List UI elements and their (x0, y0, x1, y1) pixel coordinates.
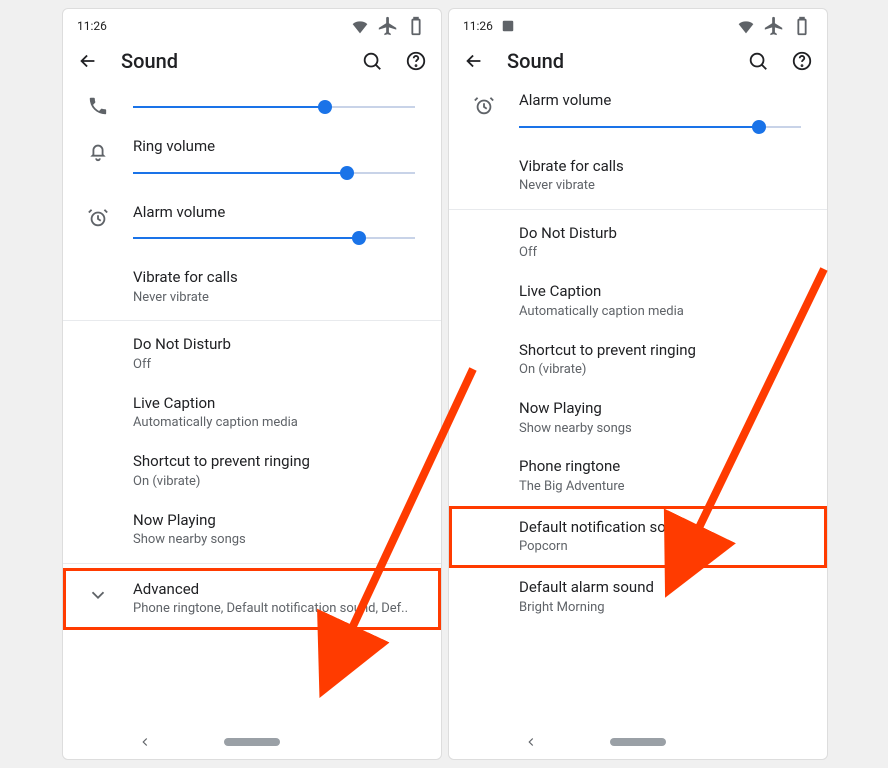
dnd-row[interactable]: Do Not Disturb Off (449, 214, 827, 272)
ringtone-row[interactable]: Phone ringtone The Big Adventure (449, 447, 827, 505)
chevron-down-icon (87, 584, 109, 606)
wifi-icon (735, 15, 757, 37)
bell-icon (87, 141, 109, 163)
nowplaying-row[interactable]: Now Playing Show nearby songs (63, 501, 441, 559)
phone-screenshot-left: 11:26 Sound Ring volume (62, 8, 442, 760)
caption-title: Live Caption (519, 282, 809, 302)
nav-bar (449, 725, 827, 759)
ring-volume-row[interactable]: Ring volume (63, 127, 441, 193)
alarm-icon (87, 207, 109, 229)
alarmsound-title: Default alarm sound (519, 578, 809, 598)
section-divider (449, 209, 827, 210)
help-icon[interactable] (405, 50, 427, 72)
search-icon[interactable] (361, 50, 383, 72)
section-divider (63, 320, 441, 321)
alarm-volume-row[interactable]: Alarm volume (63, 193, 441, 259)
call-volume-slider[interactable] (133, 97, 415, 117)
dnd-sub: Off (133, 357, 423, 374)
battery-icon (405, 15, 427, 37)
battery-icon (791, 15, 813, 37)
caption-sub: Automatically caption media (133, 415, 423, 432)
caption-row[interactable]: Live Caption Automatically caption media (63, 384, 441, 442)
app-bar: Sound (449, 39, 827, 81)
ring-volume-label: Ring volume (133, 137, 423, 157)
alarm-icon (473, 95, 495, 117)
phone-screenshot-right: 11:26 Sound Alarm volume (448, 8, 828, 760)
settings-list: Alarm volume Vibrate for calls Never vib… (449, 81, 827, 627)
dnd-row[interactable]: Do Not Disturb Off (63, 325, 441, 383)
nowplaying-row[interactable]: Now Playing Show nearby songs (449, 389, 827, 447)
search-icon[interactable] (747, 50, 769, 72)
status-bar: 11:26 (63, 9, 441, 39)
notifsound-title: Default notification sound (519, 518, 809, 538)
back-icon[interactable] (463, 50, 485, 72)
settings-list: Ring volume Alarm volume (63, 81, 441, 630)
alarmsound-row[interactable]: Default alarm sound Bright Morning (449, 568, 827, 626)
vibrate-row[interactable]: Vibrate for calls Never vibrate (449, 147, 827, 205)
alarm-volume-label: Alarm volume (133, 203, 423, 223)
caption-row[interactable]: Live Caption Automatically caption media (449, 272, 827, 330)
nowplaying-sub: Show nearby songs (133, 532, 423, 549)
shortcut-title: Shortcut to prevent ringing (133, 452, 423, 472)
caption-sub: Automatically caption media (519, 304, 809, 321)
shortcut-sub: On (vibrate) (133, 474, 423, 491)
section-divider (63, 563, 441, 564)
dnd-title: Do Not Disturb (519, 224, 809, 244)
nav-back-icon[interactable] (138, 735, 152, 749)
clock-text: 11:26 (77, 19, 107, 33)
image-icon (501, 19, 515, 33)
ring-volume-slider[interactable] (133, 163, 415, 183)
shortcut-row[interactable]: Shortcut to prevent ringing On (vibrate) (63, 442, 441, 500)
alarm-volume-label: Alarm volume (519, 91, 809, 111)
wifi-icon (349, 15, 371, 37)
vibrate-sub: Never vibrate (519, 178, 809, 195)
ringtone-sub: The Big Adventure (519, 479, 809, 496)
nowplaying-title: Now Playing (519, 399, 809, 419)
alarm-volume-slider[interactable] (133, 228, 415, 248)
back-icon[interactable] (77, 50, 99, 72)
caption-title: Live Caption (133, 394, 423, 414)
advanced-title: Advanced (133, 580, 423, 600)
nav-home-pill[interactable] (610, 738, 666, 746)
shortcut-sub: On (vibrate) (519, 362, 809, 379)
ringtone-title: Phone ringtone (519, 457, 809, 477)
vibrate-title: Vibrate for calls (133, 268, 423, 288)
dnd-sub: Off (519, 245, 809, 262)
airplane-icon (763, 15, 785, 37)
nowplaying-title: Now Playing (133, 511, 423, 531)
dnd-title: Do Not Disturb (133, 335, 423, 355)
status-bar: 11:26 (449, 9, 827, 39)
call-volume-row[interactable] (63, 81, 441, 127)
vibrate-title: Vibrate for calls (519, 157, 809, 177)
phone-icon (87, 95, 109, 117)
alarm-volume-slider[interactable] (519, 117, 801, 137)
shortcut-title: Shortcut to prevent ringing (519, 341, 809, 361)
page-title: Sound (121, 49, 339, 73)
alarmsound-sub: Bright Morning (519, 600, 809, 617)
nowplaying-sub: Show nearby songs (519, 421, 809, 438)
vibrate-sub: Never vibrate (133, 290, 423, 307)
airplane-icon (377, 15, 399, 37)
alarm-volume-row[interactable]: Alarm volume (449, 81, 827, 147)
default-notification-sound-row[interactable]: Default notification sound Popcorn (449, 506, 827, 568)
advanced-sub: Phone ringtone, Default notification sou… (133, 601, 423, 618)
help-icon[interactable] (791, 50, 813, 72)
clock-text: 11:26 (463, 19, 493, 33)
advanced-row[interactable]: Advanced Phone ringtone, Default notific… (63, 568, 441, 630)
nav-back-icon[interactable] (524, 735, 538, 749)
shortcut-row[interactable]: Shortcut to prevent ringing On (vibrate) (449, 331, 827, 389)
app-bar: Sound (63, 39, 441, 81)
nav-bar (63, 725, 441, 759)
page-title: Sound (507, 49, 725, 73)
nav-home-pill[interactable] (224, 738, 280, 746)
notifsound-sub: Popcorn (519, 539, 809, 556)
vibrate-row[interactable]: Vibrate for calls Never vibrate (63, 258, 441, 316)
